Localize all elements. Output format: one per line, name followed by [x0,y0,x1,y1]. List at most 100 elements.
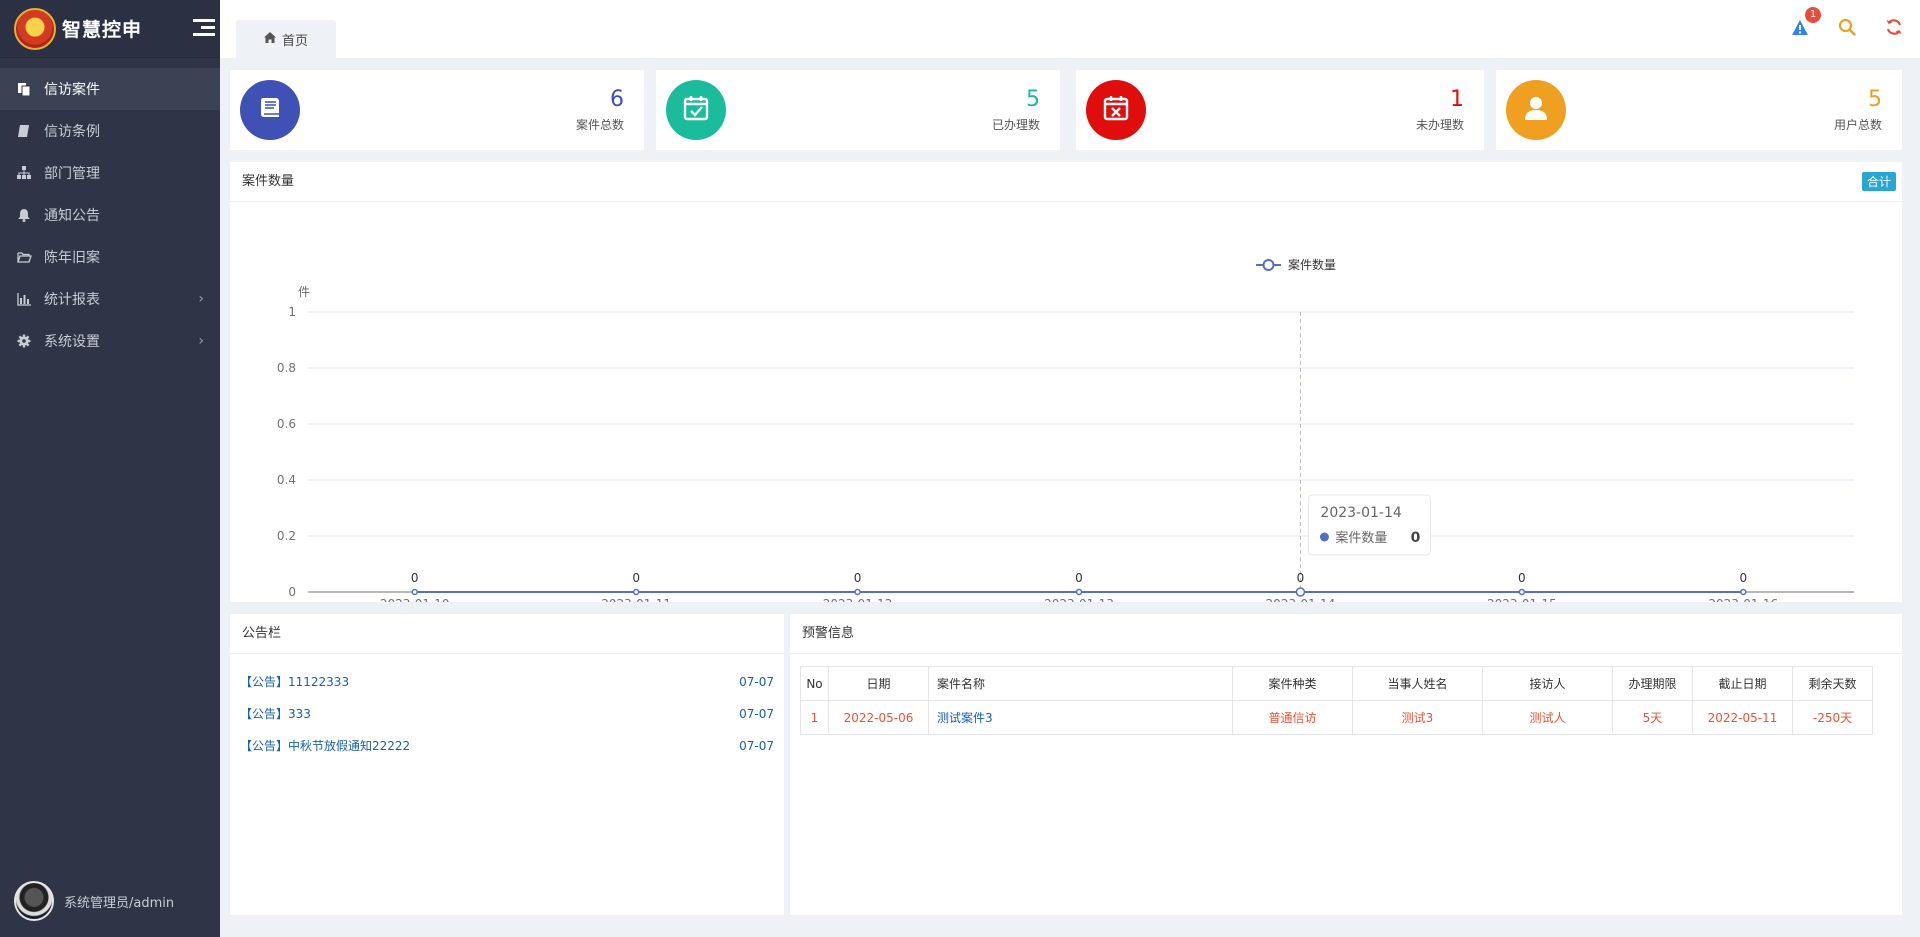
table-cell: 测试人 [1482,700,1613,735]
tooltip-series-name: 案件数量 [1335,531,1387,546]
table-cell: 2022-05-06 [828,700,929,735]
tooltip-box [1307,494,1431,556]
y-tick-label: 0.8 [277,361,296,375]
sidebar-item-label: 统计报表 [44,292,100,308]
data-label: 0 [854,571,862,585]
chevron-right-icon: › [198,333,204,349]
calendar-x-icon [1101,93,1131,127]
y-tick-label: 0.2 [277,529,296,543]
top-header: 首页 1 [220,0,1920,58]
warning-panel: 预警信息 No 日期 案件名称 案件种类 当事人姓名 接访人 办理期限 截止日期 剩余天数 12… [790,614,1902,915]
sidebar-item-label: 系统设置 [44,334,100,350]
stat-circle [240,80,300,140]
data-point [854,588,861,596]
home-icon [263,32,276,46]
stat-card-handled: 5 已办理数 [656,70,1060,150]
alert-count-badge: 1 [1805,7,1821,23]
notice-list: 【公告】11122333 07-07 【公告】333 07-07 【公告】中秋节放假通知… [230,654,784,762]
search-icon[interactable] [1836,16,1858,38]
column-header: 当事人姓名 [1352,666,1483,701]
x-tick-label: 2023-01-12 [823,597,893,602]
table-cell: 5天 [1612,700,1693,735]
document-copy-icon [16,81,32,97]
x-tick-label: 2023-01-15 [1487,597,1557,602]
chevron-right-icon: › [198,291,204,307]
emblem-logo: ★ [14,7,56,50]
notice-text: 【公告】中秋节放假通知22222 [240,739,411,753]
table-cell: 测试3 [1352,700,1483,735]
sidebar: ★ 智慧控申 信访案件 信访条例 部门管理通知公告陈年旧案统计报表 › 系统设置 › 系统… [0,0,220,937]
sidebar-item-6[interactable]: 系统设置 › [0,320,220,362]
tab-home-label: 首页 [281,33,308,49]
notice-date: 07-07 [739,739,774,753]
data-point [1295,587,1306,597]
data-label: 0 [632,571,640,585]
user-box[interactable]: 系统管理员/admin [14,881,174,921]
stat-card-total-cases: 6 案件总数 [230,70,644,150]
x-tick-label: 2023-01-14 [1266,597,1336,602]
tooltip-marker [1319,532,1329,542]
sitemap-icon [16,165,32,181]
notice-text: 【公告】11122333 [240,675,350,689]
sidebar-item-5[interactable]: 统计报表 › [0,278,220,320]
sidebar-item-0[interactable]: 信访案件 [0,68,220,110]
app-title: 智慧控申 [62,19,143,41]
folder-open-icon [16,249,32,265]
book-icon [255,93,285,127]
data-point [632,588,640,596]
sum-button[interactable]: 合计 [1861,172,1896,191]
x-tick-label: 2023-01-10 [380,597,450,602]
avatar [14,881,54,921]
case-name-link[interactable]: 测试案件3 [928,700,1233,735]
book-icon [16,123,32,139]
stat-label: 案件总数 [575,118,624,132]
x-tick-label: 2023-01-11 [601,597,671,602]
column-header: 截止日期 [1692,666,1793,701]
legend-label: 案件数量 [1288,257,1336,272]
stat-card-users: 5 用户总数 [1496,70,1902,150]
column-header: 办理期限 [1612,666,1693,701]
tab-home[interactable]: 首页 [236,20,336,58]
sidebar-item-3[interactable]: 通知公告 [0,194,220,236]
data-point [1740,588,1747,596]
table-row[interactable]: 1 2022-05-06 测试案件3 普通信访 测试3 测试人 5天 2022-05-11 -2… [800,700,1873,735]
notice-panel-title: 公告栏 [230,614,784,654]
stat-label: 未办理数 [1415,118,1464,132]
tooltip-title: 2023-01-14 [1320,505,1401,521]
y-tick-label: 0.6 [277,417,296,431]
y-tick-label: 0 [288,585,296,599]
notice-item[interactable]: 【公告】11122333 07-07 [240,666,774,698]
table-cell: 2022-05-11 [1692,700,1793,735]
stat-circle [666,80,726,140]
table-cell: -250天 [1792,700,1873,735]
stat-value: 5 [1026,87,1040,112]
alert-icon[interactable]: 1 [1789,7,1821,38]
table-cell: 1 [800,700,829,735]
x-tick-label: 2023-01-13 [1044,597,1114,602]
column-header: No [800,666,829,701]
stat-circle [1086,80,1146,140]
chart-panel-title: 案件数量 [230,162,1902,202]
warning-panel-title: 预警信息 [790,614,1902,654]
sidebar-item-2[interactable]: 部门管理 [0,152,220,194]
brand: ★ 智慧控申 [0,0,220,58]
refresh-icon[interactable] [1883,16,1905,38]
data-label: 0 [1518,571,1526,585]
gear-icon [16,333,32,349]
stat-circle [1506,80,1566,140]
sidebar-item-4[interactable]: 陈年旧案 [0,236,220,278]
bell-icon [16,207,32,223]
data-point [1075,588,1083,596]
notice-item[interactable]: 【公告】333 07-07 [240,698,774,730]
sidebar-item-1[interactable]: 信访条例 [0,110,220,152]
stat-value: 6 [610,87,624,112]
data-point [411,588,418,596]
warning-table: No 日期 案件名称 案件种类 当事人姓名 接访人 办理期限 截止日期 剩余天数 1 2022-0… [800,666,1873,735]
chart-panel: 案件数量 合计 案件数量件00.20.40.60.8102023-01-1002… [230,162,1902,602]
sidebar-item-label: 通知公告 [44,208,100,224]
stat-card-unhandled: 1 未办理数 [1076,70,1484,150]
menu-toggle-icon[interactable] [193,19,215,37]
notice-item[interactable]: 【公告】中秋节放假通知22222 07-07 [240,730,774,762]
legend-marker [1262,259,1275,271]
data-label: 0 [1297,571,1305,585]
